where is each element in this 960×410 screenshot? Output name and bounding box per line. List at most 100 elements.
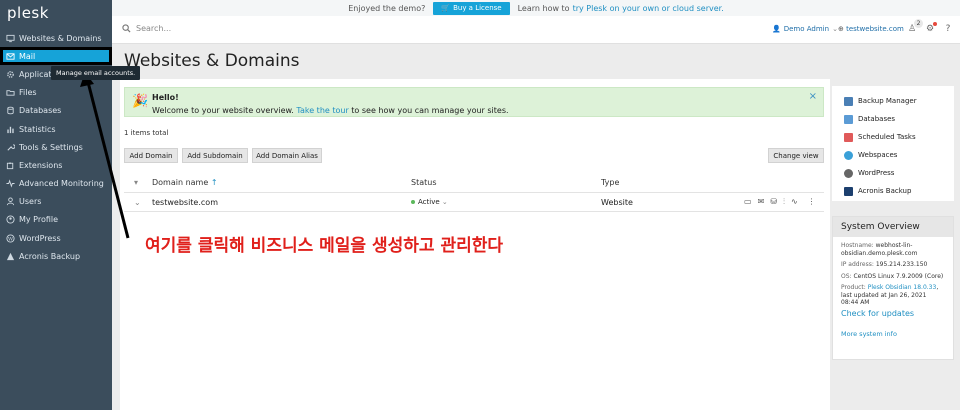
sidebar-item-mail[interactable]: Mail xyxy=(0,47,112,66)
product-row: Product: Plesk Obsidian 18.0.33, last up… xyxy=(841,284,945,307)
folder-icon xyxy=(5,88,15,98)
sidebar-item-websites-domains[interactable]: Websites & Domains xyxy=(0,29,112,47)
gear-icon xyxy=(5,69,15,79)
os-label: OS: xyxy=(841,272,852,280)
search-input[interactable]: Search... xyxy=(122,24,171,33)
welcome-text-after: to see how you can manage your sites. xyxy=(351,106,509,115)
sidebar-item-advanced-monitoring[interactable]: Advanced Monitoring xyxy=(0,175,112,193)
domain-name-cell[interactable]: testwebsite.com xyxy=(152,198,218,207)
quick-link-label: Databases xyxy=(858,115,896,123)
quick-link-webspaces[interactable]: Webspaces xyxy=(832,146,954,164)
welcome-text: Welcome to your website overview. Take t… xyxy=(152,106,509,115)
top-bar: Search... 👤 Demo Admin ⌄ ⊕ testwebsite.c… xyxy=(112,16,960,44)
page-title: Websites & Domains xyxy=(124,51,300,71)
user-name: Demo Admin xyxy=(783,25,830,33)
wordpress-icon xyxy=(844,168,853,178)
quick-link-label: WordPress xyxy=(858,169,895,177)
quick-link-acronis-backup[interactable]: Acronis Backup xyxy=(832,182,954,200)
sidebar-item-statistics[interactable]: Statistics xyxy=(0,120,112,138)
wordpress-icon: W xyxy=(5,233,15,243)
sidebar-item-label: Websites & Domains xyxy=(19,33,102,43)
main-panel: 🎉 Hello! Welcome to your website overvie… xyxy=(120,79,830,410)
notification-badge: 2 xyxy=(914,19,923,28)
quick-link-scheduled-tasks[interactable]: Scheduled Tasks xyxy=(832,128,954,146)
table-row[interactable]: ⌄ testwebsite.com Active ⌄ Website ▭ ✉ ⛁… xyxy=(124,192,824,212)
sidebar-item-acronis-backup[interactable]: Acronis Backup xyxy=(0,247,112,265)
close-icon[interactable]: × xyxy=(809,91,817,102)
sidebar: plesk Websites & Domains Mail Applicatio… xyxy=(0,0,112,410)
quick-link-label: Acronis Backup xyxy=(858,187,912,195)
hostname-label: Hostname: xyxy=(841,242,874,249)
sidebar-item-label: My Profile xyxy=(19,215,59,225)
sidebar-item-extensions[interactable]: Extensions xyxy=(0,156,112,174)
os-row: OS: CentOS Linux 7.9.2009 (Core) xyxy=(841,273,945,281)
promo-text-2: Learn how to xyxy=(517,3,570,13)
mail-icon xyxy=(5,51,15,61)
change-view-button[interactable]: Change view xyxy=(768,148,824,163)
sidebar-item-tools-settings[interactable]: Tools & Settings xyxy=(0,138,112,156)
add-domain-alias-button[interactable]: Add Domain Alias xyxy=(252,148,322,163)
chevron-down-icon: ⌄ xyxy=(441,198,448,206)
database-icon[interactable]: ⛁ xyxy=(770,197,777,207)
notifications-icon[interactable]: ♙ 2 xyxy=(906,19,923,36)
quick-link-databases[interactable]: Databases xyxy=(832,110,954,128)
column-domain-name[interactable]: Domain name ↑ xyxy=(152,178,218,187)
sidebar-item-databases[interactable]: Databases xyxy=(0,102,112,120)
top-icons: ♙ 2 ⚙ ? xyxy=(906,19,954,36)
sidebar-item-label: Files xyxy=(19,88,37,98)
quick-link-backup-manager[interactable]: Backup Manager xyxy=(832,92,954,110)
product-link[interactable]: Plesk Obsidian 18.0.33 xyxy=(868,284,937,291)
acronis-icon xyxy=(5,251,15,261)
sidebar-item-wordpress[interactable]: W WordPress xyxy=(0,229,112,247)
quick-link-wordpress[interactable]: WordPress xyxy=(832,164,954,182)
more-system-info-link[interactable]: More system info xyxy=(841,330,945,339)
check-updates-link[interactable]: Check for updates xyxy=(841,309,945,318)
add-subdomain-button[interactable]: Add Subdomain xyxy=(182,148,248,163)
acronis-icon xyxy=(844,186,853,196)
sidebar-item-label: Acronis Backup xyxy=(19,251,81,261)
sidebar-item-label: Users xyxy=(19,197,42,207)
pulse-icon xyxy=(5,179,15,189)
sidebar-item-label: Statistics xyxy=(19,124,56,134)
column-type[interactable]: Type xyxy=(601,178,619,187)
quick-link-label: Scheduled Tasks xyxy=(858,133,916,141)
mail-icon[interactable]: ✉ xyxy=(758,197,765,207)
status-cell[interactable]: Active ⌄ xyxy=(411,198,448,206)
sidebar-item-label: Mail xyxy=(19,51,36,61)
alerts-icon[interactable]: ⚙ xyxy=(924,22,937,36)
profile-icon xyxy=(5,215,15,225)
system-overview-body: Hostname: webhost-lin-obsidian.demo.ples… xyxy=(833,237,953,344)
items-total: 1 items total xyxy=(124,129,169,137)
settings-sliders-icon[interactable]: ⫶ xyxy=(783,197,785,207)
help-icon[interactable]: ? xyxy=(942,22,954,36)
promo-link[interactable]: try Plesk on your own or cloud server. xyxy=(573,4,724,13)
user-menu[interactable]: 👤 Demo Admin ⌄ xyxy=(772,25,838,33)
chevron-down-icon[interactable]: ⌄ xyxy=(134,198,141,207)
content-area: 🎉 Hello! Welcome to your website overvie… xyxy=(112,79,960,410)
pulse-icon[interactable]: ∿ xyxy=(791,197,798,207)
alert-dot xyxy=(933,22,937,26)
take-tour-link[interactable]: Take the tour xyxy=(296,106,348,115)
sidebar-item-my-profile[interactable]: My Profile xyxy=(0,211,112,229)
column-status[interactable]: Status xyxy=(411,178,437,187)
buy-license-button[interactable]: 🛒 Buy a License xyxy=(433,1,510,15)
sidebar-item-label: WordPress xyxy=(19,233,61,243)
globe-icon: ⊕ xyxy=(838,25,844,33)
hostname-row: Hostname: webhost-lin-obsidian.demo.ples… xyxy=(841,242,945,257)
add-domain-button[interactable]: Add Domain xyxy=(124,148,178,163)
sidebar-item-label: Extensions xyxy=(19,160,63,170)
sidebar-item-files[interactable]: Files xyxy=(0,84,112,102)
folder-icon[interactable]: ▭ xyxy=(744,197,752,207)
site-selector[interactable]: ⊕ testwebsite.com xyxy=(838,25,904,33)
plesk-logo[interactable]: plesk xyxy=(7,4,49,22)
sidebar-item-label: Advanced Monitoring xyxy=(19,179,104,189)
expand-all-icon[interactable]: ▾ xyxy=(134,178,138,187)
user-icon: 👤 xyxy=(772,25,781,33)
sidebar-item-users[interactable]: Users xyxy=(0,193,112,211)
welcome-title: Hello! xyxy=(152,93,179,102)
status-active-dot xyxy=(411,200,415,204)
product-label: Product: xyxy=(841,284,866,291)
search-placeholder: Search... xyxy=(136,24,172,33)
more-icon[interactable]: ⋮ xyxy=(808,197,816,207)
database-icon xyxy=(5,106,15,116)
